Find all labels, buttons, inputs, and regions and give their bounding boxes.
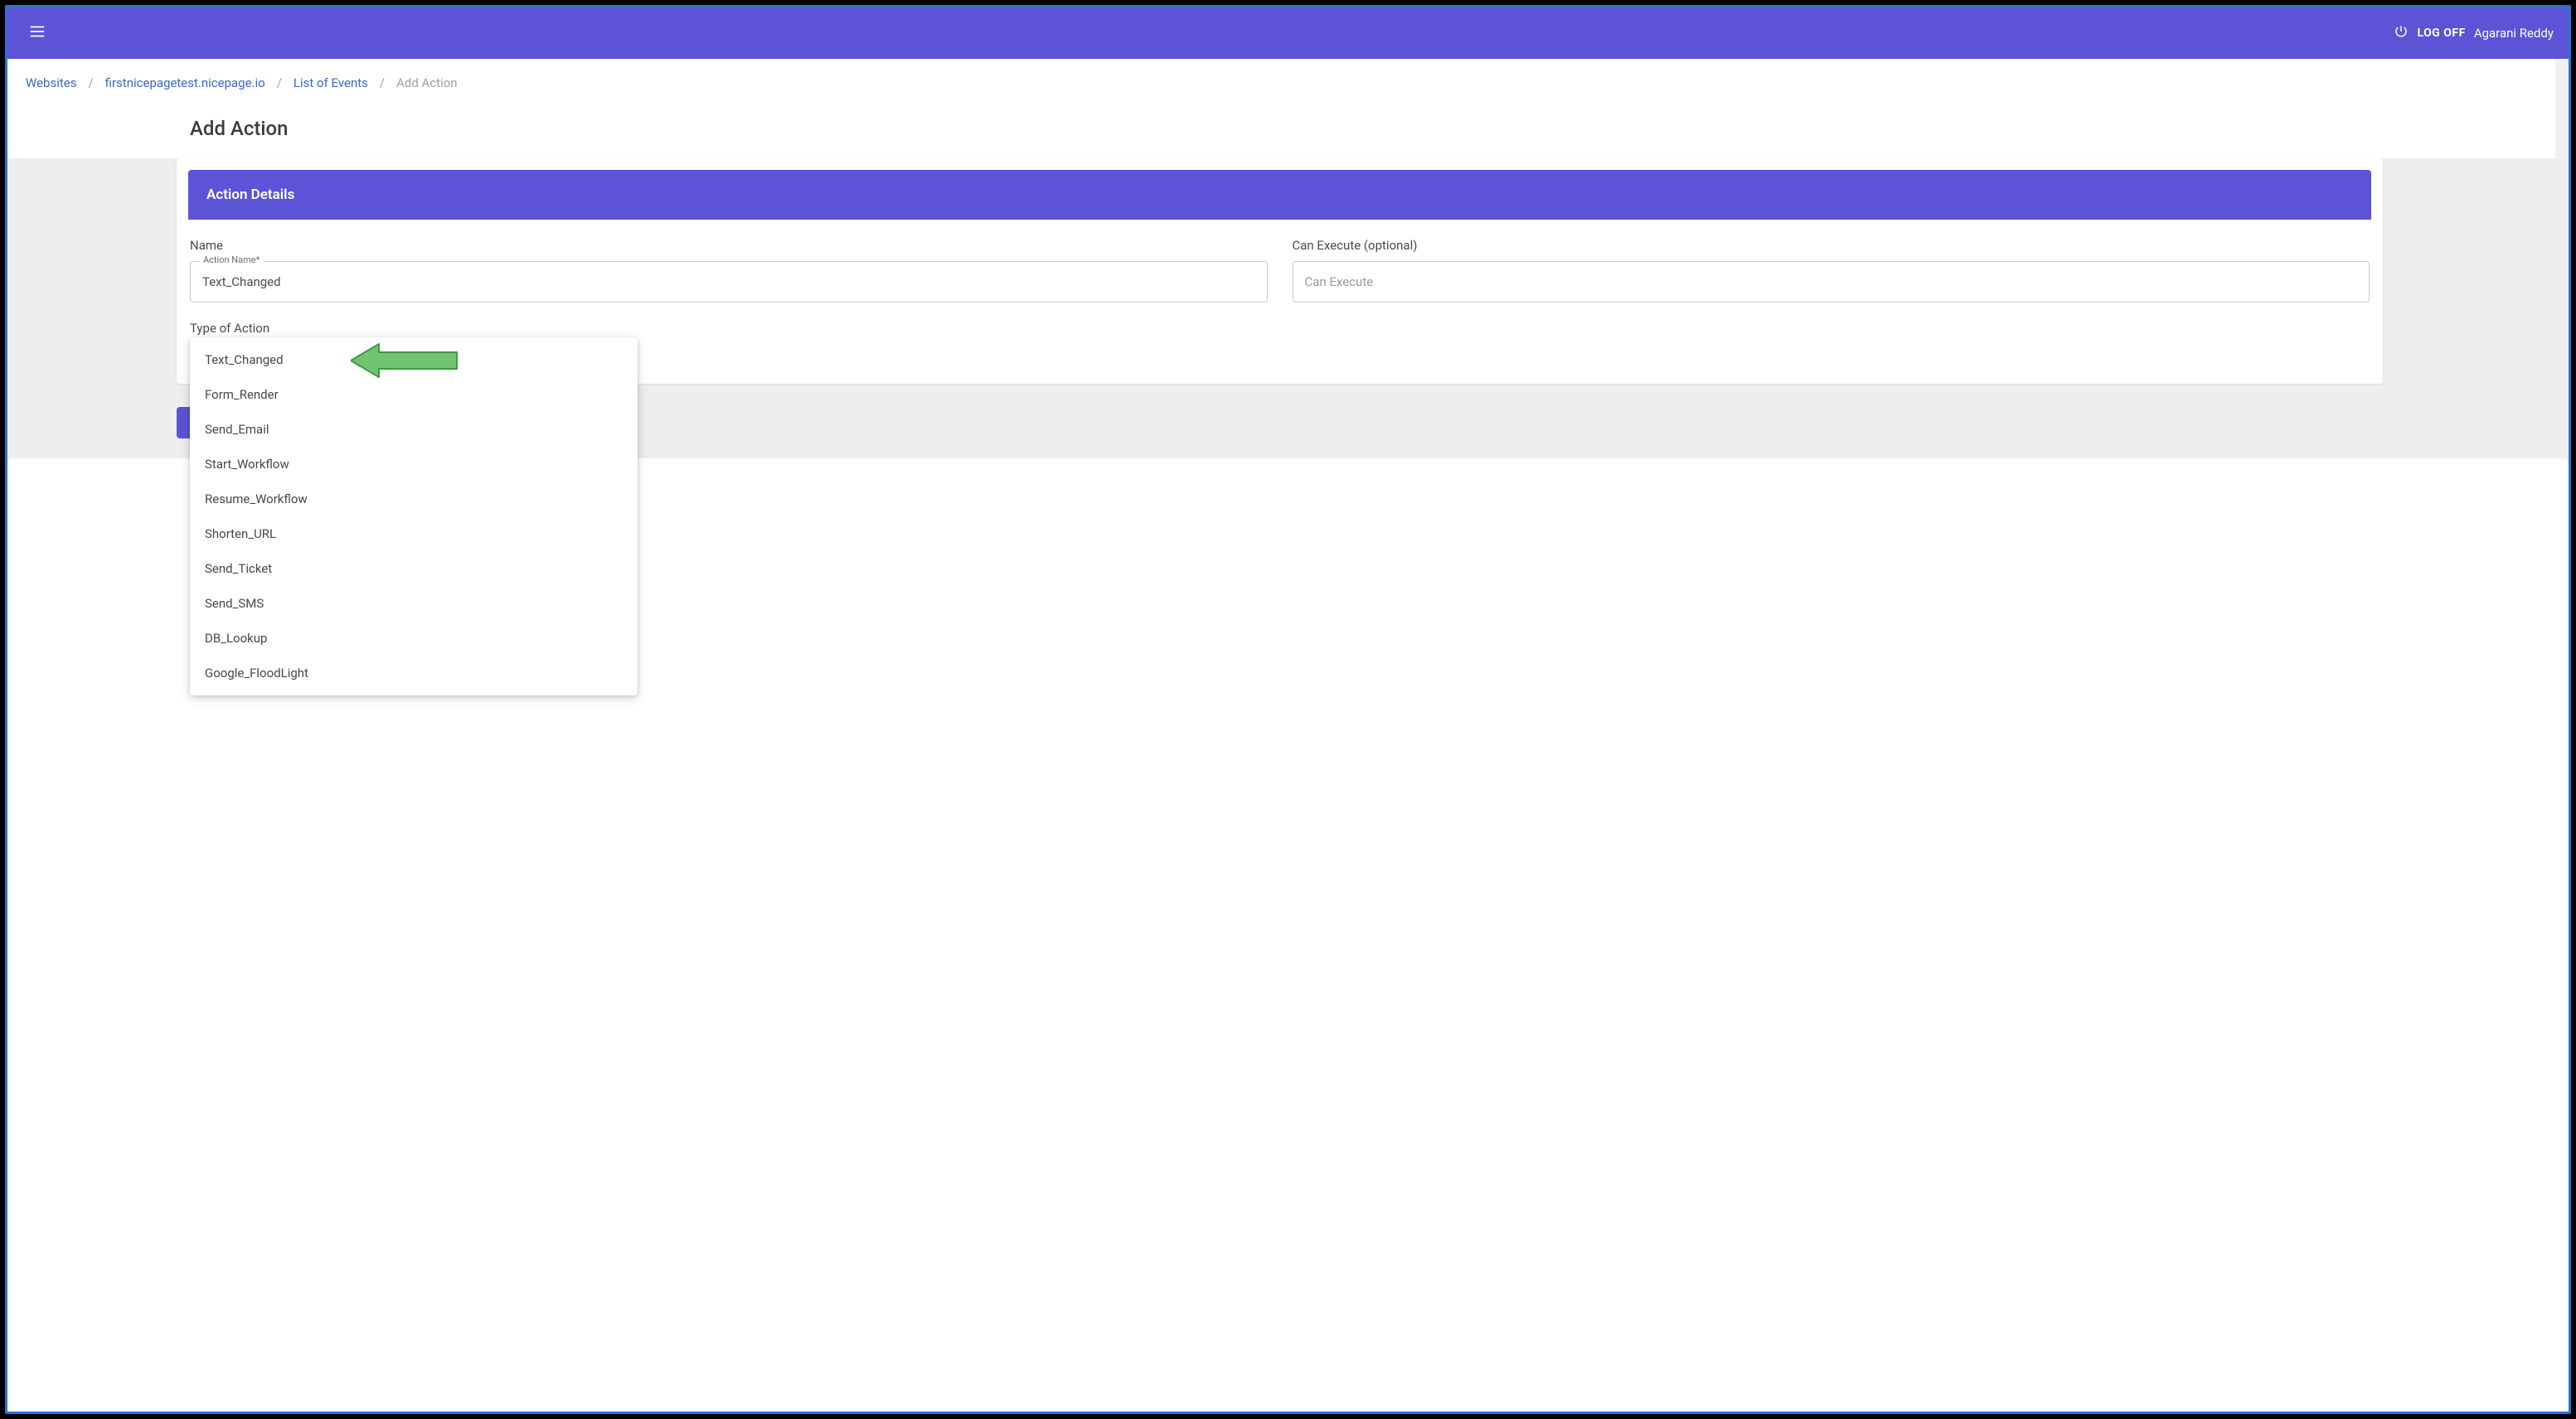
action-name-value: Text_Changed — [202, 274, 281, 289]
can-execute-input[interactable]: Can Execute — [1293, 261, 2370, 303]
card-header: Action Details — [188, 170, 2371, 220]
appbar: LOG OFF Agarani Reddy — [7, 7, 2569, 59]
name-label: Name — [190, 238, 1268, 253]
breadcrumb-link-events[interactable]: List of Events — [293, 75, 368, 90]
dropdown-option-shorten-url[interactable]: Shorten_URL — [190, 516, 638, 551]
can-execute-placeholder: Can Execute — [1305, 274, 1374, 289]
annotation-arrow-icon — [351, 342, 458, 379]
dropdown-option-send-sms[interactable]: Send_SMS — [190, 586, 638, 621]
dropdown-option-db-lookup[interactable]: DB_Lookup — [190, 621, 638, 656]
breadcrumb-link-domain[interactable]: firstnicepagetest.nicepage.io — [105, 75, 265, 90]
breadcrumb-current: Add Action — [396, 75, 457, 90]
action-name-float-label: Action Name* — [199, 254, 264, 265]
can-execute-label: Can Execute (optional) — [1293, 238, 2370, 253]
breadcrumb: Websites / firstnicepagetest.nicepage.io… — [7, 59, 2569, 102]
dropdown-option-google-floodlight[interactable]: Google_FloodLight — [190, 656, 638, 690]
logoff-button[interactable]: LOG OFF — [2417, 27, 2465, 40]
dropdown-option-send-email[interactable]: Send_Email — [190, 412, 638, 447]
action-name-input[interactable]: Action Name* Text_Changed — [190, 261, 1268, 303]
type-of-action-label: Type of Action — [190, 321, 2370, 336]
type-of-action-dropdown: Text_Changed Form_Render Send_Email Star… — [190, 337, 638, 695]
dropdown-option-send-ticket[interactable]: Send_Ticket — [190, 551, 638, 586]
dropdown-option-start-workflow[interactable]: Start_Workflow — [190, 447, 638, 482]
username-label: Agarani Reddy — [2474, 26, 2554, 41]
breadcrumb-separator: / — [380, 75, 385, 90]
page-title: Add Action — [7, 102, 2569, 158]
menu-button[interactable] — [22, 18, 52, 48]
power-icon — [2394, 24, 2409, 42]
breadcrumb-separator: / — [88, 75, 93, 90]
breadcrumb-link-websites[interactable]: Websites — [26, 75, 76, 90]
hamburger-icon — [28, 22, 46, 44]
dropdown-option-resume-workflow[interactable]: Resume_Workflow — [190, 482, 638, 516]
dropdown-option-form-render[interactable]: Form_Render — [190, 377, 638, 412]
breadcrumb-separator: / — [277, 75, 282, 90]
